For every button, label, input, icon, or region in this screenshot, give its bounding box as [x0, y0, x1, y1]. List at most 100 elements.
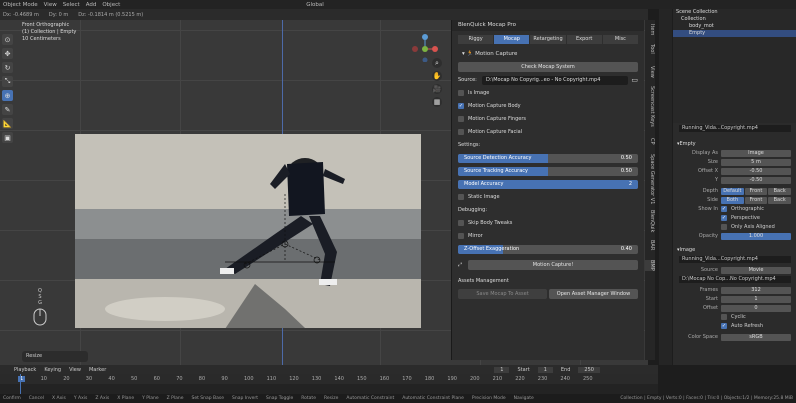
slider-detection[interactable]: Source Detection Accuracy 0.50 [458, 153, 638, 163]
outliner[interactable]: Scene Collection Collection body_mot Emp… [673, 9, 796, 42]
vtab-bmp[interactable]: BMP [645, 260, 655, 271]
checkmark-icon[interactable]: ✓ [721, 206, 727, 212]
timeline-playback[interactable]: Playback [14, 367, 36, 373]
depth-default[interactable]: Default [721, 187, 744, 195]
menu-add[interactable]: Add [86, 2, 97, 8]
current-frame-field[interactable]: 1 [494, 366, 510, 373]
auto-refresh-row[interactable]: ✓ Auto Refresh [673, 322, 796, 330]
offset-field[interactable]: 0 [721, 304, 791, 312]
zoom-icon[interactable]: ⌕ [432, 58, 442, 68]
slider-tracking[interactable]: Source Tracking Accuracy 0.50 [458, 166, 638, 176]
timeline-view[interactable]: View [69, 367, 81, 373]
vtab-blenquik[interactable]: BlenQuik [645, 210, 655, 232]
checkbox-icon[interactable] [458, 194, 464, 200]
slider-zoffset[interactable]: Z-Offset Exaggeration 0.40 [458, 244, 638, 254]
tab-retargeting[interactable]: Retargeting [530, 35, 566, 44]
slider-model-accuracy[interactable]: Model Accuracy 2 [458, 179, 638, 189]
vtab-cp[interactable]: CP [645, 138, 655, 145]
image-datablock[interactable]: Running_Vida...Copyright.mp4 [679, 255, 791, 263]
checkbox-fingers[interactable]: Motion Capture Fingers [458, 114, 638, 124]
checkbox-body[interactable]: ✓ Motion Capture Body [458, 101, 638, 111]
motion-capture-section[interactable]: ▾ 🏃 Motion Capture [458, 49, 638, 60]
folder-icon[interactable]: ▭ [631, 76, 638, 84]
expand-icon[interactable]: ⤢ [458, 262, 468, 268]
tab-export[interactable]: Export [566, 35, 602, 44]
checkbox-mirror[interactable]: Mirror [458, 231, 638, 241]
tab-mocap[interactable]: Mocap [494, 35, 530, 44]
timeline[interactable]: 1 10 20 30 40 50 60 70 80 90 100 110 120 130 140 150 160… [0, 374, 658, 394]
transform-tool-icon[interactable]: ⊕ [2, 90, 13, 101]
menu-view[interactable]: View [44, 2, 57, 8]
transform-orientation[interactable]: Global [306, 2, 324, 8]
side-back[interactable]: Back [768, 196, 792, 204]
scale-tool-icon[interactable]: ⤡ [2, 76, 13, 87]
timeline-marker[interactable]: Marker [89, 367, 106, 373]
side-front[interactable]: Front [744, 196, 768, 204]
checkmark-icon[interactable]: ✓ [458, 103, 464, 109]
vtab-item[interactable]: Item [645, 24, 655, 35]
move-tool-icon[interactable]: ✥ [2, 48, 13, 59]
checkbox-icon[interactable] [458, 220, 464, 226]
checkbox-icon[interactable] [721, 314, 727, 320]
vtab-space-generator[interactable]: Space Generator V1 [645, 154, 655, 204]
depth-front[interactable]: Front [744, 187, 768, 195]
source-field[interactable]: D:\Mocap No Copyrig...eo - No Copyright.… [482, 75, 629, 85]
annotate-tool-icon[interactable]: ✎ [2, 104, 13, 115]
frames-field[interactable]: 312 [721, 286, 791, 294]
checkbox-facial[interactable]: Motion Capture Facial [458, 127, 638, 137]
depth-back[interactable]: Back [768, 187, 792, 195]
reference-image-empty[interactable] [75, 134, 421, 328]
save-asset-button[interactable]: Save Mocap To Asset [458, 289, 547, 299]
vtab-tool[interactable]: Tool [645, 44, 655, 54]
tab-misc[interactable]: Misc [602, 35, 639, 44]
checkbox-icon[interactable] [458, 116, 464, 122]
source-select[interactable]: Movie [721, 266, 791, 274]
playhead[interactable] [20, 374, 21, 394]
checkbox-icon[interactable] [458, 129, 464, 135]
vtab-view[interactable]: View [645, 66, 655, 78]
last-operator-panel[interactable]: Resize [22, 351, 88, 362]
start-frame-field[interactable]: 1 [537, 366, 553, 373]
check-mocap-button[interactable]: Check Mocap System [458, 62, 638, 72]
outliner-collection[interactable]: Collection [673, 16, 796, 23]
checkbox-static-image[interactable]: Static Image [458, 192, 638, 202]
checkbox-skip-body[interactable]: Skip Body Tweaks [458, 218, 638, 228]
checkmark-icon[interactable]: ✓ [721, 323, 727, 329]
object-data-name[interactable]: Running_Vida...Copyright.mp4 [679, 124, 791, 132]
show-in-persp[interactable]: ✓ Perspective [673, 214, 796, 222]
color-space-select[interactable]: sRGB [721, 333, 791, 341]
checkbox-icon[interactable] [721, 224, 727, 230]
motion-capture-button[interactable]: Motion Capture! [468, 260, 638, 270]
outliner-item-empty[interactable]: Empty [673, 30, 796, 37]
menu-select[interactable]: Select [63, 2, 80, 8]
pan-hand-icon[interactable]: ✋ [432, 71, 442, 81]
vtab-screencast[interactable]: Screencast Keys [645, 86, 655, 127]
opacity-field[interactable]: 1.000 [721, 232, 791, 240]
rotate-tool-icon[interactable]: ↻ [2, 62, 13, 73]
checkmark-icon[interactable]: ✓ [721, 215, 727, 221]
start-field[interactable]: 1 [721, 295, 791, 303]
end-frame-field[interactable]: 250 [578, 366, 600, 373]
offset-y-field[interactable]: -0.50 [721, 176, 791, 184]
checkbox-icon[interactable] [458, 233, 464, 239]
image-section[interactable]: ▾ Image [673, 246, 796, 254]
file-path-field[interactable]: D:\Mocap No Cop...No Copyright.mp4 [679, 275, 791, 283]
display-as-select[interactable]: Image [721, 149, 791, 157]
cyclic-row[interactable]: Cyclic [673, 313, 796, 321]
show-in-ortho[interactable]: Show In ✓ Orthographic [673, 205, 796, 213]
open-asset-manager-button[interactable]: Open Asset Manager Window [549, 289, 638, 299]
mode-select[interactable]: Object Mode [3, 2, 38, 8]
offset-x-field[interactable]: -0.50 [721, 167, 791, 175]
side-both[interactable]: Both [721, 196, 744, 204]
camera-icon[interactable]: 🎥 [432, 84, 442, 94]
cursor-tool-icon[interactable]: ⊙ [2, 34, 13, 45]
checkbox-icon[interactable] [458, 90, 464, 96]
tab-riggy[interactable]: Riggy [458, 35, 494, 44]
menu-object[interactable]: Object [102, 2, 120, 8]
outliner-item-body[interactable]: body_mot [673, 23, 796, 30]
outliner-scene[interactable]: Scene Collection [673, 9, 796, 16]
timeline-keying[interactable]: Keying [44, 367, 61, 373]
checkbox-is-image[interactable]: Is Image [458, 88, 638, 98]
measure-tool-icon[interactable]: 📐 [2, 118, 13, 129]
show-in-axis[interactable]: Only Axis Aligned [673, 223, 796, 231]
